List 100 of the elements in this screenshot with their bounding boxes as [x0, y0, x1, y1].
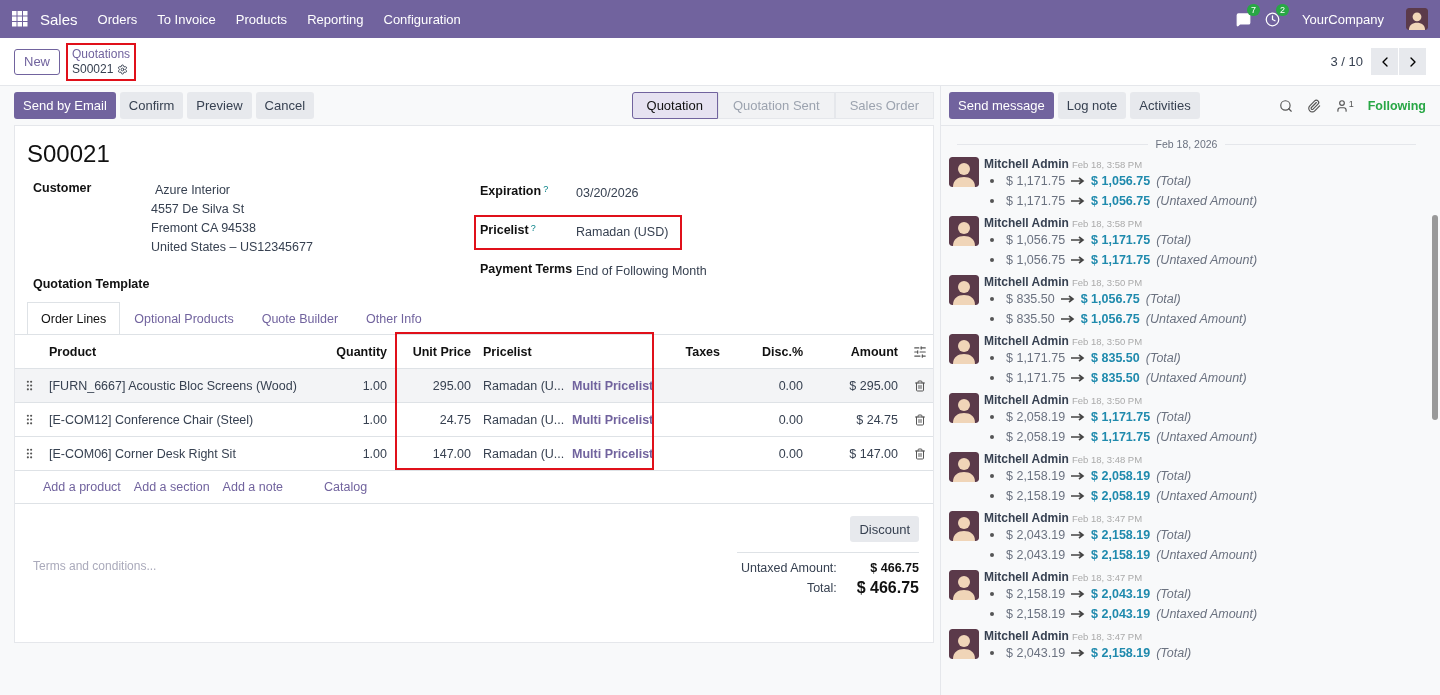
field-name: (Untaxed Amount)	[1145, 371, 1247, 385]
chatter-button[interactable]: Log note	[1057, 92, 1127, 119]
pricelist-tag[interactable]: Multi Pricelist	[566, 378, 656, 393]
new-value: $ 1,171.75	[1091, 430, 1151, 444]
customer-name[interactable]: Azure Interior	[151, 181, 313, 200]
chatter-button[interactable]: Activities	[1130, 92, 1200, 119]
scrollbar[interactable]	[1432, 215, 1438, 420]
paperclip-icon[interactable]	[1306, 98, 1321, 113]
field-value[interactable]: Ramadan (USD)	[576, 223, 669, 242]
new-value: $ 835.50	[1091, 351, 1140, 365]
arrow-icon	[1071, 649, 1086, 657]
message-author[interactable]: Mitchell Admin	[984, 511, 1069, 525]
message-time: Feb 18, 3:47 PM	[1071, 513, 1143, 524]
tab[interactable]: Other Info	[352, 302, 436, 335]
message-author[interactable]: Mitchell Admin	[984, 452, 1069, 466]
message-time: Feb 18, 3:50 PM	[1071, 336, 1143, 347]
action-button[interactable]: Send by Email	[14, 92, 116, 119]
message-author[interactable]: Mitchell Admin	[984, 275, 1069, 289]
menu-item[interactable]: Reporting	[299, 11, 372, 27]
avatar-icon	[949, 452, 979, 482]
pricelist-tag[interactable]: Multi Pricelist	[566, 446, 656, 461]
field-name: (Untaxed Amount)	[1156, 607, 1258, 621]
avatar-icon	[949, 393, 979, 423]
new-value: $ 1,171.75	[1091, 253, 1151, 267]
new-value: $ 2,058.19	[1091, 489, 1151, 503]
gear-icon[interactable]	[117, 63, 129, 75]
menu-item[interactable]: Products	[227, 11, 296, 27]
action-button[interactable]: Preview	[187, 92, 252, 119]
pager-counter: 3 / 10	[1330, 54, 1363, 69]
field-value[interactable]: 03/20/2026	[576, 184, 639, 203]
field-name: (Total)	[1156, 469, 1192, 483]
old-value: $ 2,043.19	[1006, 548, 1066, 562]
pricelist-tag[interactable]: Multi Pricelist	[566, 412, 656, 427]
arrow-icon	[1071, 374, 1086, 382]
help-mark[interactable]: ?	[530, 223, 536, 237]
new-value: $ 2,043.19	[1091, 607, 1151, 621]
message-author[interactable]: Mitchell Admin	[984, 570, 1069, 584]
tab[interactable]: Optional Products	[120, 302, 248, 335]
add-line-link[interactable]: Add a product	[43, 480, 121, 494]
message-author[interactable]: Mitchell Admin	[984, 334, 1069, 348]
column-header: Unit Price	[411, 344, 472, 359]
status-step[interactable]: Quotation	[631, 92, 718, 119]
tab[interactable]: Quote Builder	[247, 302, 353, 335]
record-name: S00021	[72, 61, 114, 77]
action-button[interactable]: Confirm	[119, 92, 184, 119]
table-cell-text: Ramadan (U...	[482, 412, 566, 427]
menu-item[interactable]: Configuration	[375, 11, 469, 27]
new-value: $ 835.50	[1091, 371, 1140, 385]
field-name: (Total)	[1156, 528, 1192, 542]
field-label: Pricelist	[480, 223, 529, 237]
message-author[interactable]: Mitchell Admin	[984, 629, 1069, 643]
column-settings-icon[interactable]	[912, 344, 927, 359]
tab[interactable]: Order Lines	[27, 302, 121, 335]
add-line-link[interactable]: Catalog	[324, 480, 368, 494]
delete-icon[interactable]	[913, 413, 926, 426]
message-time: Feb 18, 3:50 PM	[1071, 277, 1143, 288]
menu-item[interactable]: To Invoice	[149, 11, 224, 27]
delete-icon[interactable]	[913, 447, 926, 460]
add-line-link[interactable]: Add a note	[222, 480, 284, 494]
delete-icon[interactable]	[913, 379, 926, 392]
company-name[interactable]: YourCompany	[1294, 11, 1392, 27]
chatter-button[interactable]: Send message	[949, 92, 1054, 119]
clock-icon[interactable]	[1265, 11, 1281, 27]
chat-icon[interactable]	[1236, 11, 1252, 27]
previous-button[interactable]	[1371, 48, 1398, 75]
next-button[interactable]	[1399, 48, 1426, 75]
bullet-icon	[990, 199, 994, 203]
message-author[interactable]: Mitchell Admin	[984, 216, 1069, 230]
message-time: Feb 18, 3:47 PM	[1071, 631, 1143, 642]
help-mark[interactable]: ?	[543, 184, 549, 198]
discount-button[interactable]: Discount	[850, 516, 919, 542]
add-line-link[interactable]: Add a section	[133, 480, 210, 494]
arrow-icon	[1071, 197, 1086, 205]
arrow-icon	[1071, 610, 1086, 618]
apps-menu-icon[interactable]	[12, 11, 28, 27]
notification-badge: 2	[1276, 3, 1290, 16]
new-button[interactable]: New	[14, 48, 60, 75]
field-name: (Untaxed Amount)	[1156, 253, 1258, 267]
field-label: Customer	[33, 181, 93, 195]
follower-icon[interactable]	[1334, 98, 1349, 113]
menu-item[interactable]: Orders	[89, 11, 146, 27]
table-row[interactable]: [FURN_6667] Acoustic Bloc Screens (Wood) 1.00 295.00 Ramadan (U... Multi Pricelist 0.00 $ 295.00	[15, 368, 933, 402]
search-icon[interactable]	[1278, 98, 1293, 113]
following-link[interactable]: Following	[1367, 98, 1426, 113]
field-label: Expiration	[480, 184, 542, 198]
breadcrumb-link[interactable]: Quotations	[72, 46, 131, 62]
field-label: Payment Terms	[480, 262, 573, 276]
terms-field[interactable]: Terms and conditions...	[31, 556, 331, 576]
table-cell-text: [E-COM12] Conference Chair (Steel)	[48, 412, 255, 427]
message-author[interactable]: Mitchell Admin	[984, 393, 1069, 407]
record-title: S00021	[26, 139, 111, 169]
old-value: $ 1,171.75	[1006, 194, 1066, 208]
field-value[interactable]: End of Following Month	[576, 262, 707, 281]
app-title[interactable]: Sales	[32, 10, 86, 28]
message-time: Feb 18, 3:58 PM	[1071, 159, 1143, 170]
avatar-icon	[949, 157, 979, 187]
action-button[interactable]: Cancel	[255, 92, 315, 119]
old-value: $ 2,158.19	[1006, 469, 1066, 483]
message-author[interactable]: Mitchell Admin	[984, 157, 1069, 171]
table-cell-text: 1.00	[361, 412, 388, 427]
